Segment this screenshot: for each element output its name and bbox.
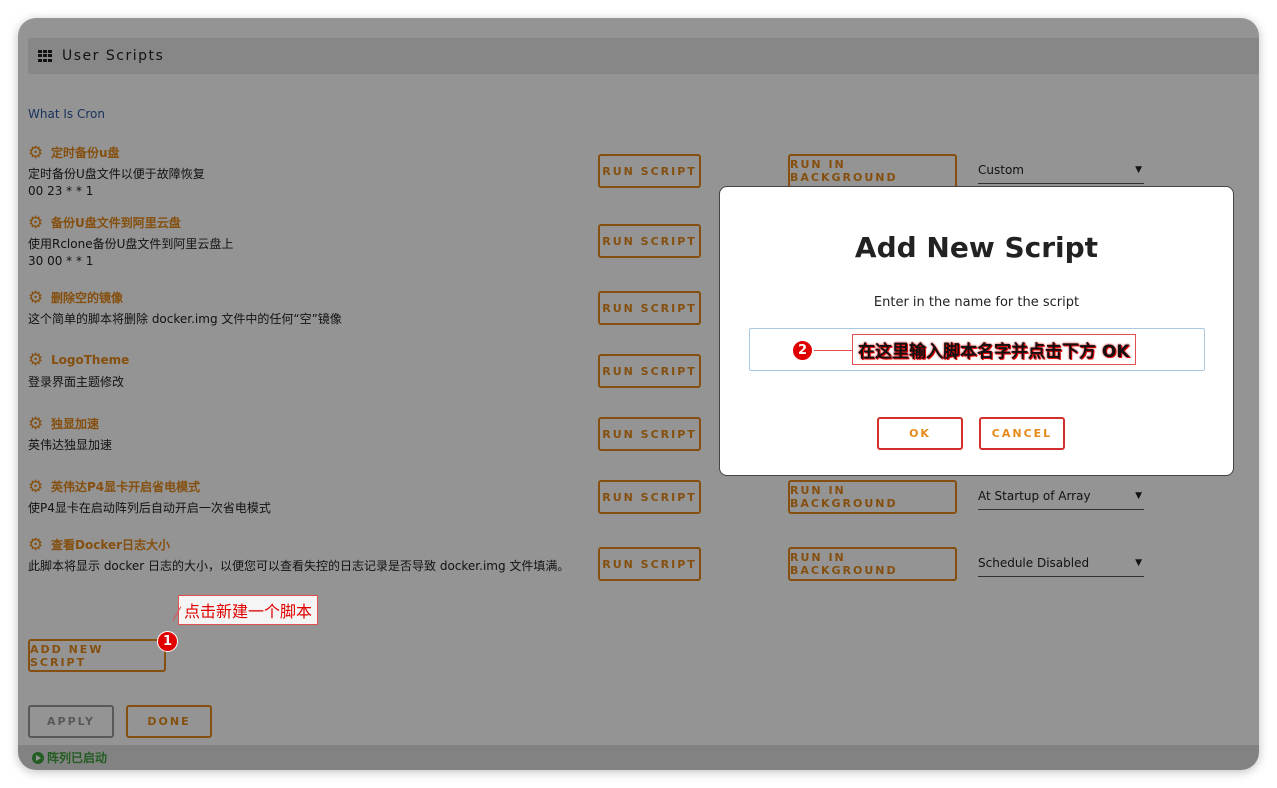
dialog-title: Add New Script	[854, 231, 1099, 264]
annotation-badge: 2	[792, 340, 813, 361]
annotation-leader	[814, 350, 852, 351]
user-scripts-window: User Scripts What Is Cron ⚙ 定时备份u盘 定时备份U…	[18, 18, 1259, 770]
cancel-button[interactable]: CANCEL	[979, 417, 1065, 450]
annotation-badge: 1	[157, 631, 178, 652]
dialog-prompt: Enter in the name for the script	[873, 295, 1080, 310]
annotation-callout: 点击新建一个脚本	[178, 595, 319, 625]
annotation-callout: 在这里输入脚本名字并点击下方 OK	[852, 334, 1136, 365]
ok-button[interactable]: OK	[877, 417, 963, 450]
add-script-dialog: Add New Script Enter in the name for the…	[719, 186, 1234, 476]
